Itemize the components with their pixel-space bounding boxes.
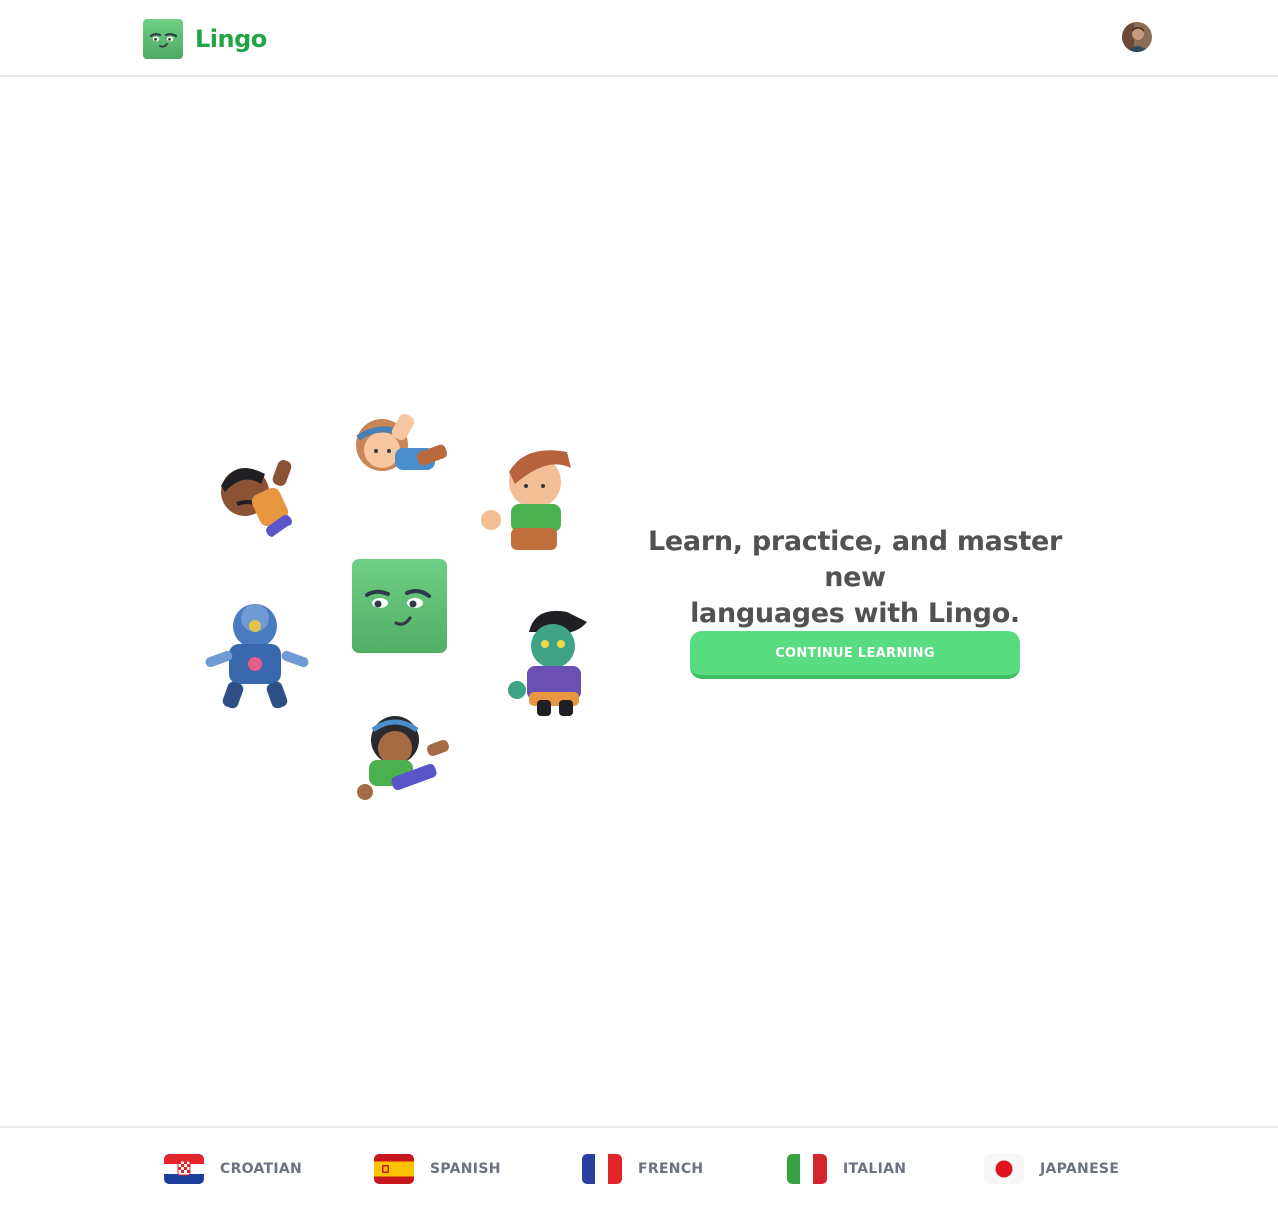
lingo-mascot-icon [143, 19, 183, 59]
character-boy-icon [481, 450, 571, 550]
language-label: CROATIAN [220, 1161, 303, 1177]
italy-flag-icon [787, 1154, 827, 1184]
hero-illustration [205, 413, 587, 800]
language-option-japanese[interactable]: JAPANESE [984, 1154, 1119, 1184]
language-footer: CROATIAN SPANISH FRENCH ITALIAN JAPANESE [0, 1126, 1278, 1205]
robot-icon [205, 604, 309, 709]
character-student-icon [357, 716, 449, 800]
mascot-icon [352, 559, 447, 653]
japan-flag-icon [984, 1154, 1024, 1184]
language-option-italian[interactable]: ITALIAN [787, 1154, 906, 1184]
france-flag-icon [582, 1154, 622, 1184]
croatia-flag-icon [164, 1154, 204, 1184]
tagline-line-2: languages with Lingo. [690, 598, 1020, 629]
tagline-line-1: Learn, practice, and master new [648, 526, 1062, 593]
language-label: SPANISH [430, 1161, 501, 1177]
language-label: JAPANESE [1040, 1161, 1120, 1177]
language-option-croatian[interactable]: CROATIAN [164, 1154, 302, 1184]
language-label: FRENCH [638, 1161, 704, 1177]
zombie-icon [508, 610, 587, 716]
hero-copy: Learn, practice, and master new language… [620, 524, 1090, 632]
top-header: Lingo [0, 0, 1278, 77]
character-girl-icon [356, 413, 448, 471]
spain-flag-icon [374, 1154, 414, 1184]
language-option-spanish[interactable]: SPANISH [374, 1154, 501, 1184]
brand-link[interactable]: Lingo [143, 19, 267, 59]
language-option-french[interactable]: FRENCH [582, 1154, 703, 1184]
avatar-icon [1122, 22, 1152, 52]
brand-name: Lingo [195, 25, 267, 53]
continue-learning-button[interactable]: CONTINUE LEARNING [690, 631, 1020, 679]
language-label: ITALIAN [843, 1161, 907, 1177]
user-avatar[interactable] [1122, 22, 1152, 52]
character-man-icon [221, 460, 297, 547]
hero-tagline: Learn, practice, and master new language… [620, 524, 1090, 632]
